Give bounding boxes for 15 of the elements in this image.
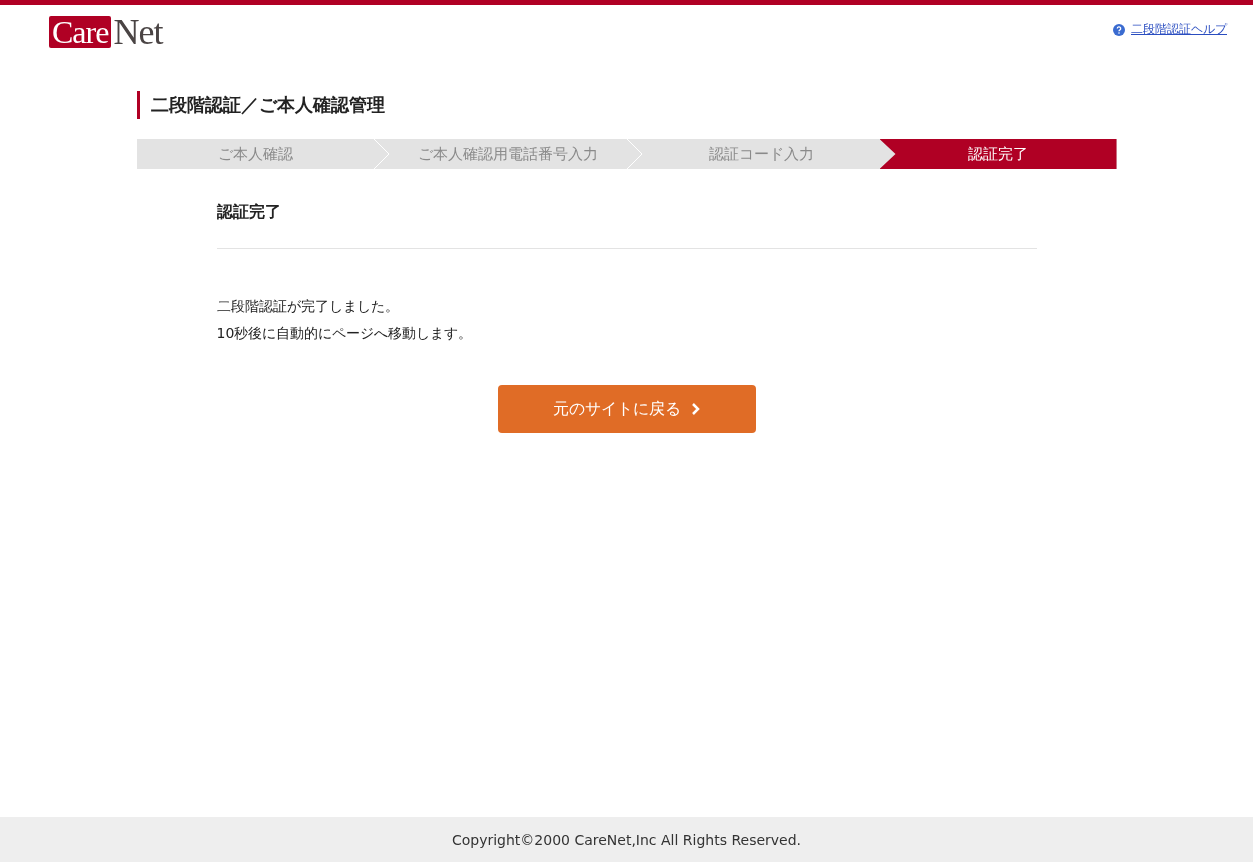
progress-step: 認証完了	[879, 139, 1117, 169]
help-icon	[1113, 23, 1125, 36]
chevron-divider-icon	[373, 139, 390, 169]
progress-step: ご本人確認用電話番号入力	[389, 139, 627, 169]
progress-step: ご本人確認	[136, 139, 374, 169]
chevron-right-icon	[691, 402, 700, 416]
copyright-text: Copyright©2000 CareNet,Inc All Rights Reserved.	[451, 831, 802, 848]
chevron-divider-icon	[626, 139, 643, 169]
progress-step: 認証コード入力	[642, 139, 880, 169]
section-title: 認証完了	[216, 169, 1037, 249]
message-text: 二段階認証が完了しました。	[216, 297, 400, 316]
help-link[interactable]: 二段階認証ヘルプ	[1113, 21, 1227, 38]
carenet-logo: CareNet	[49, 16, 163, 48]
message-text: 10秒後に自動的にページへ移動します。	[216, 324, 474, 343]
page-title: 二段階認証／ご本人確認管理	[136, 91, 1117, 119]
